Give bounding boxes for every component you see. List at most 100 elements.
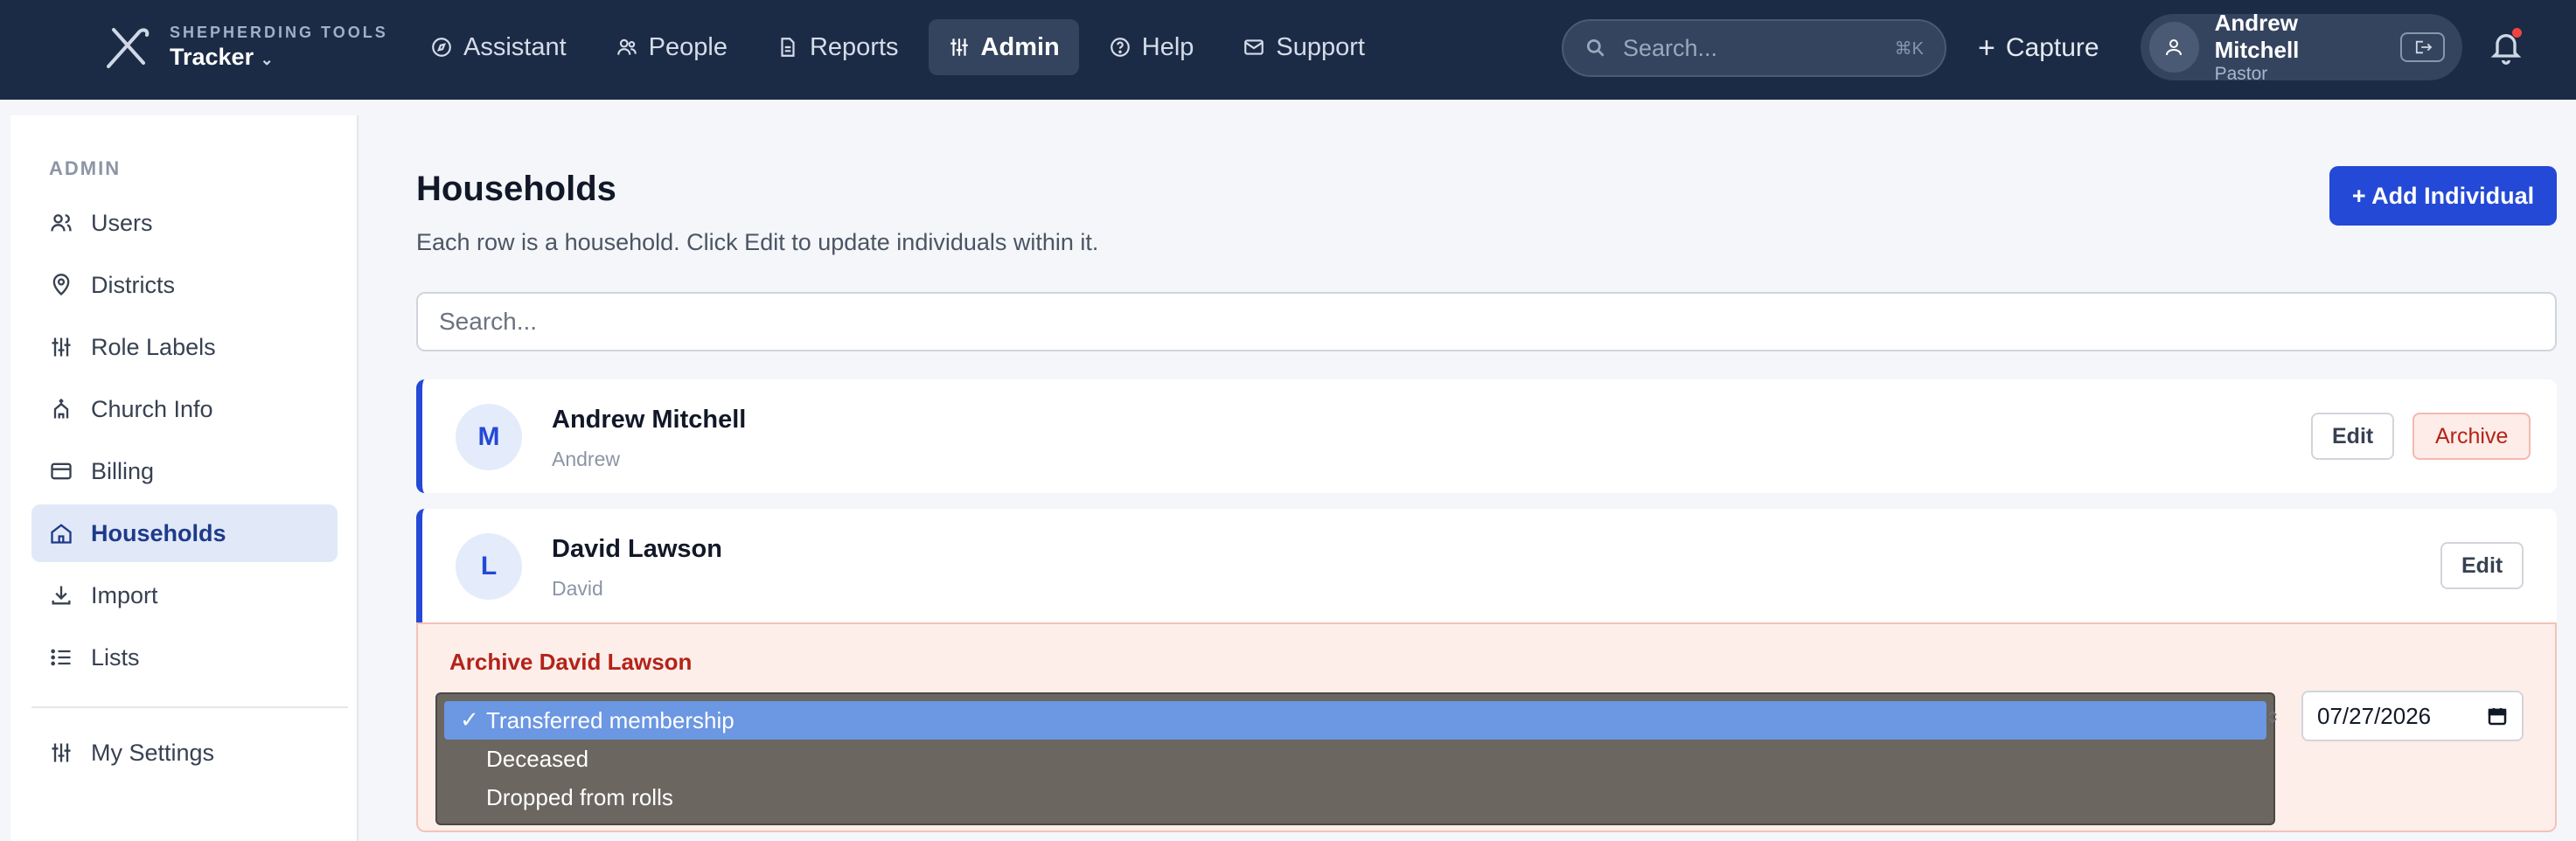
archive-date-input[interactable]: 07/27/2026 (2301, 691, 2524, 741)
archive-panel-title: Archive David Lawson (449, 649, 693, 675)
nav-reports[interactable]: Reports (757, 19, 918, 75)
sidebar-item-label: My Settings (91, 739, 215, 766)
notifications-button[interactable] (2489, 28, 2524, 66)
sidebar-item-billing[interactable]: Billing (31, 442, 338, 500)
household-search-input[interactable]: Search... (416, 292, 2557, 351)
download-icon (52, 586, 71, 605)
global-search-placeholder: Search... (1623, 34, 1718, 61)
sliders-icon (950, 38, 968, 56)
household-name: David Lawson (552, 535, 722, 563)
avatar (2149, 22, 2199, 73)
sliders-icon (52, 337, 71, 357)
household-members: Andrew (552, 448, 620, 470)
archive-date-value: 07/27/2026 (2317, 702, 2432, 729)
archive-reason-dropdown[interactable]: ✓ Transferred membership Deceased Droppe… (435, 692, 2275, 825)
household-avatar: L (456, 533, 522, 600)
sidebar-item-role-labels[interactable]: Role Labels (31, 318, 338, 376)
sidebar-item-label: Lists (91, 643, 140, 671)
page-subtitle: Each row is a household. Click Edit to u… (416, 229, 1099, 255)
household-members: David (552, 577, 603, 600)
nav-support-label: Support (1276, 32, 1365, 61)
nav-help-label: Help (1141, 32, 1194, 61)
people-icon (616, 38, 637, 55)
sidebar-item-label: Billing (91, 457, 155, 484)
sidebar-divider (31, 706, 348, 708)
sidebar-item-my-settings[interactable]: My Settings (31, 724, 338, 782)
option-label: Deceased (486, 745, 589, 772)
dropdown-option-dropped[interactable]: Dropped from rolls (444, 778, 2266, 817)
notification-badge (2512, 28, 2522, 38)
option-label: Dropped from rolls (486, 783, 673, 810)
brand-tagline: SHEPHERDING TOOLS (170, 24, 388, 41)
household-row: M Andrew Mitchell Andrew Edit Archive (416, 379, 2557, 493)
sidebar-item-label: Import (91, 581, 158, 608)
dropdown-option-transferred[interactable]: ✓ Transferred membership (444, 701, 2266, 740)
household-name: Andrew Mitchell (552, 406, 747, 434)
option-label: Transferred membership (486, 706, 735, 733)
sliders-icon (52, 743, 71, 762)
edit-button[interactable]: Edit (2440, 542, 2524, 589)
household-search-placeholder: Search... (439, 308, 538, 335)
page-title: Households (416, 170, 616, 208)
calendar-icon[interactable] (2487, 705, 2508, 726)
users-icon (51, 214, 72, 232)
compass-icon (432, 38, 451, 57)
sidebar-item-households[interactable]: Households (31, 504, 338, 562)
credit-card-icon (51, 462, 72, 480)
user-name: Andrew Mitchell (2214, 10, 2300, 63)
map-pin-icon (52, 274, 70, 296)
brand-name: Tracker (170, 44, 254, 70)
checkmark-icon: ✓ (460, 706, 479, 733)
sidebar-item-import[interactable]: Import (31, 566, 338, 624)
nav-help[interactable]: Help (1090, 19, 1214, 75)
global-search-input[interactable]: Search... ⌘K (1562, 19, 1946, 77)
chevron-down-icon: ⌄ (260, 51, 274, 68)
nav-support[interactable]: Support (1223, 19, 1384, 75)
list-icon (51, 649, 71, 666)
sidebar-item-label: Church Info (91, 395, 213, 422)
user-icon (2166, 39, 2183, 56)
admin-sidebar: ADMIN Users Districts Role Labels Church… (10, 115, 359, 841)
shepherd-crook-logo-icon (107, 28, 150, 68)
document-icon (781, 38, 795, 57)
dropdown-option-deceased[interactable]: Deceased (444, 740, 2266, 778)
sidebar-item-label: Role Labels (91, 333, 216, 360)
brand[interactable]: SHEPHERDING TOOLS Tracker ⌄ (101, 23, 388, 72)
main-nav: Assistant People Reports Admin Help Supp… (411, 19, 1384, 75)
nav-assistant-label: Assistant (463, 32, 567, 61)
edit-button[interactable]: Edit (2311, 413, 2395, 460)
logout-button[interactable] (2400, 32, 2445, 62)
search-shortcut-hint: ⌘K (1894, 38, 1924, 59)
nav-people[interactable]: People (596, 19, 747, 75)
nav-admin[interactable]: Admin (928, 19, 1079, 75)
nav-people-label: People (648, 32, 728, 61)
nav-admin-label: Admin (980, 32, 1060, 61)
nav-assistant[interactable]: Assistant (411, 19, 586, 75)
nav-reports-label: Reports (809, 32, 899, 61)
select-chevron-icon (2268, 710, 2277, 724)
capture-button[interactable]: + Capture (1978, 26, 2099, 70)
mail-icon (1244, 39, 1264, 55)
sidebar-section-title: ADMIN (49, 157, 122, 179)
archive-button[interactable]: Archive (2412, 413, 2531, 460)
add-individual-button[interactable]: + Add Individual (2329, 166, 2557, 226)
capture-label: Capture (2005, 33, 2099, 62)
sidebar-item-users[interactable]: Users (31, 194, 338, 252)
sidebar-item-church-info[interactable]: Church Info (31, 380, 338, 438)
sidebar-item-districts[interactable]: Districts (31, 256, 338, 314)
top-navigation-bar: SHEPHERDING TOOLS Tracker ⌄ Assistant Pe… (0, 0, 2576, 100)
user-role: Pastor (2214, 64, 2268, 84)
sidebar-item-label: Households (91, 519, 226, 546)
sidebar-item-label: Users (91, 209, 153, 236)
user-menu[interactable]: Andrew Mitchell Pastor (2141, 10, 2462, 84)
search-icon (1586, 38, 1605, 57)
household-row: L David Lawson David Edit (416, 509, 2557, 622)
church-icon (53, 399, 69, 419)
home-icon (51, 524, 72, 544)
sidebar-item-lists[interactable]: Lists (31, 629, 338, 686)
logout-icon (2415, 40, 2432, 54)
sidebar-item-label: Districts (91, 271, 175, 298)
household-avatar: M (456, 404, 522, 470)
app-switcher[interactable]: Tracker ⌄ (170, 44, 388, 71)
plus-icon: + (1978, 31, 1995, 65)
